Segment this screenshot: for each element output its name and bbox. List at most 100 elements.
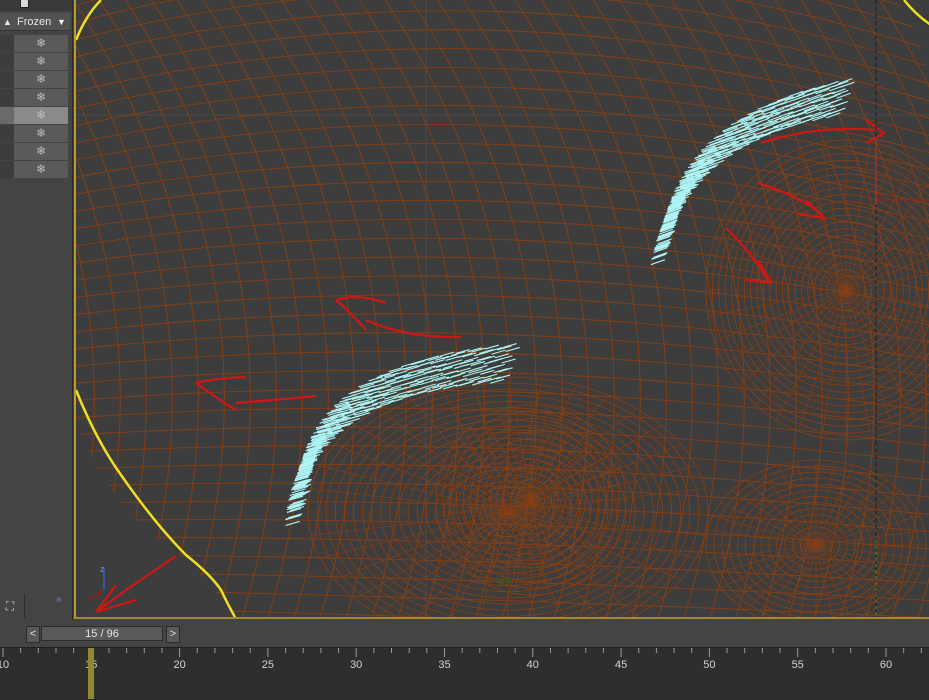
frozen-toggle[interactable]: ❄ bbox=[14, 107, 68, 124]
layer-row-indicator bbox=[0, 107, 14, 124]
frame-tick-label: 55 bbox=[791, 659, 804, 671]
mesh-line bbox=[76, 426, 929, 467]
frame-tick-label: 45 bbox=[614, 659, 628, 671]
hair-strand bbox=[459, 380, 475, 387]
frame-tick-label: 25 bbox=[261, 659, 275, 671]
mesh-line bbox=[189, 0, 329, 617]
snowflake-icon: ❄ bbox=[35, 144, 47, 158]
layer-row[interactable]: ❄ bbox=[0, 143, 70, 161]
head-wireframe-mesh bbox=[76, 0, 929, 617]
track-bar-ticks bbox=[2, 648, 922, 657]
layer-row[interactable]: ❄ bbox=[0, 89, 70, 107]
frame-tick-label: 20 bbox=[173, 659, 186, 671]
previous-frame-button[interactable]: < bbox=[26, 626, 40, 643]
snowflake-icon: ❄ bbox=[35, 108, 47, 122]
mesh-line bbox=[449, 0, 589, 617]
mesh-line bbox=[553, 0, 693, 617]
hair-strand bbox=[484, 344, 500, 350]
mesh-spoke bbox=[845, 289, 929, 387]
mesh-line bbox=[163, 0, 303, 617]
layer-row-indicator bbox=[0, 53, 14, 70]
frozen-toggle[interactable]: ❄ bbox=[14, 53, 68, 70]
frame-tick-label: 35 bbox=[438, 659, 451, 671]
pin-icon[interactable] bbox=[20, 0, 29, 8]
z-axis-label: z bbox=[100, 564, 105, 574]
hair-strand bbox=[498, 367, 513, 373]
hair-strand bbox=[372, 378, 387, 385]
hair-strand bbox=[833, 101, 848, 108]
frozen-column-header[interactable]: ▲ Frozen ▼ bbox=[0, 13, 70, 31]
frozen-column-label: Frozen bbox=[17, 16, 52, 28]
frame-tick-label: 40 bbox=[526, 659, 539, 671]
mesh-line bbox=[76, 105, 929, 178]
layers-icon[interactable]: ⛶ bbox=[2, 598, 18, 614]
frozen-toggle[interactable]: ❄ bbox=[14, 71, 68, 88]
mesh-line bbox=[76, 0, 121, 617]
mesh-line bbox=[371, 0, 511, 617]
mesh-line bbox=[241, 0, 381, 617]
mesh-line bbox=[111, 0, 251, 617]
hair-strand bbox=[650, 259, 666, 266]
layer-row[interactable]: ❄ bbox=[0, 125, 70, 143]
hair-strand bbox=[490, 363, 506, 369]
mesh-spoke bbox=[815, 544, 836, 617]
next-frame-button[interactable]: > bbox=[166, 626, 180, 643]
snowflake-icon: ❄ bbox=[35, 72, 47, 86]
frozen-toggle[interactable]: ❄ bbox=[14, 89, 68, 106]
perspective-viewport[interactable]: z bbox=[74, 0, 929, 619]
expand-panel-icon[interactable]: » bbox=[56, 594, 62, 605]
frozen-toggle[interactable]: ❄ bbox=[14, 125, 68, 142]
layer-row[interactable]: ❄ bbox=[0, 53, 70, 71]
mesh-line bbox=[709, 0, 849, 617]
frame-tick-label: 60 bbox=[879, 659, 893, 671]
layer-row[interactable]: ❄ bbox=[0, 107, 70, 125]
layer-explorer-panel: ▲ Frozen ▼ ❄ ❄ ❄ ❄ ❄ ❄ ❄ ❄ ⛶ » bbox=[0, 0, 73, 620]
mesh-line bbox=[839, 0, 929, 617]
mesh-line bbox=[76, 0, 95, 617]
layer-row[interactable]: ❄ bbox=[0, 71, 70, 89]
hair-strand bbox=[827, 98, 843, 105]
mesh-line bbox=[293, 0, 433, 617]
hair-strand bbox=[285, 520, 300, 526]
mesh-line bbox=[76, 161, 929, 229]
layer-row-indicator bbox=[0, 71, 14, 88]
mesh-line bbox=[76, 124, 929, 195]
hair-strand bbox=[765, 101, 780, 108]
viewport-wireframe-canvas[interactable]: z bbox=[76, 0, 929, 619]
time-slider-handle[interactable]: 15 / 96 bbox=[41, 626, 163, 641]
layer-row-indicator bbox=[0, 125, 14, 142]
mesh-line bbox=[76, 0, 199, 617]
frozen-toggle[interactable]: ❄ bbox=[14, 161, 68, 178]
mesh-line bbox=[76, 218, 929, 280]
mesh-line bbox=[76, 10, 929, 93]
frozen-toggle[interactable]: ❄ bbox=[14, 35, 68, 52]
frozen-toggle[interactable]: ❄ bbox=[14, 143, 68, 160]
hair-strand bbox=[505, 346, 520, 352]
mesh-spoke bbox=[796, 544, 817, 617]
mesh-line bbox=[76, 605, 929, 617]
mesh-line bbox=[865, 0, 929, 617]
chevron-down-icon[interactable]: ▼ bbox=[57, 13, 66, 31]
panel-divider bbox=[24, 594, 25, 618]
layer-row[interactable]: ❄ bbox=[0, 35, 70, 53]
frame-tick-label: 30 bbox=[350, 659, 363, 671]
panel-topbar bbox=[0, 0, 72, 11]
hair-strand bbox=[457, 352, 473, 358]
layer-row[interactable]: ❄ bbox=[0, 161, 70, 179]
track-bar[interactable] bbox=[0, 647, 929, 700]
hair-strand bbox=[476, 356, 491, 362]
hair-strand bbox=[412, 390, 428, 396]
hair-strand bbox=[493, 367, 509, 374]
layer-row-indicator bbox=[0, 89, 14, 106]
axis-gizmo: z bbox=[87, 564, 105, 601]
mesh-line bbox=[345, 0, 485, 617]
hair-strand bbox=[792, 111, 808, 118]
frame-tick-label: 50 bbox=[703, 659, 716, 671]
mesh-line bbox=[76, 237, 929, 297]
hair-strand bbox=[461, 352, 477, 358]
hair-strand bbox=[501, 358, 516, 364]
mesh-line bbox=[76, 256, 929, 314]
sort-ascending-icon[interactable]: ▲ bbox=[3, 13, 12, 31]
current-frame-marker[interactable] bbox=[88, 648, 94, 699]
mesh-line bbox=[76, 0, 147, 617]
